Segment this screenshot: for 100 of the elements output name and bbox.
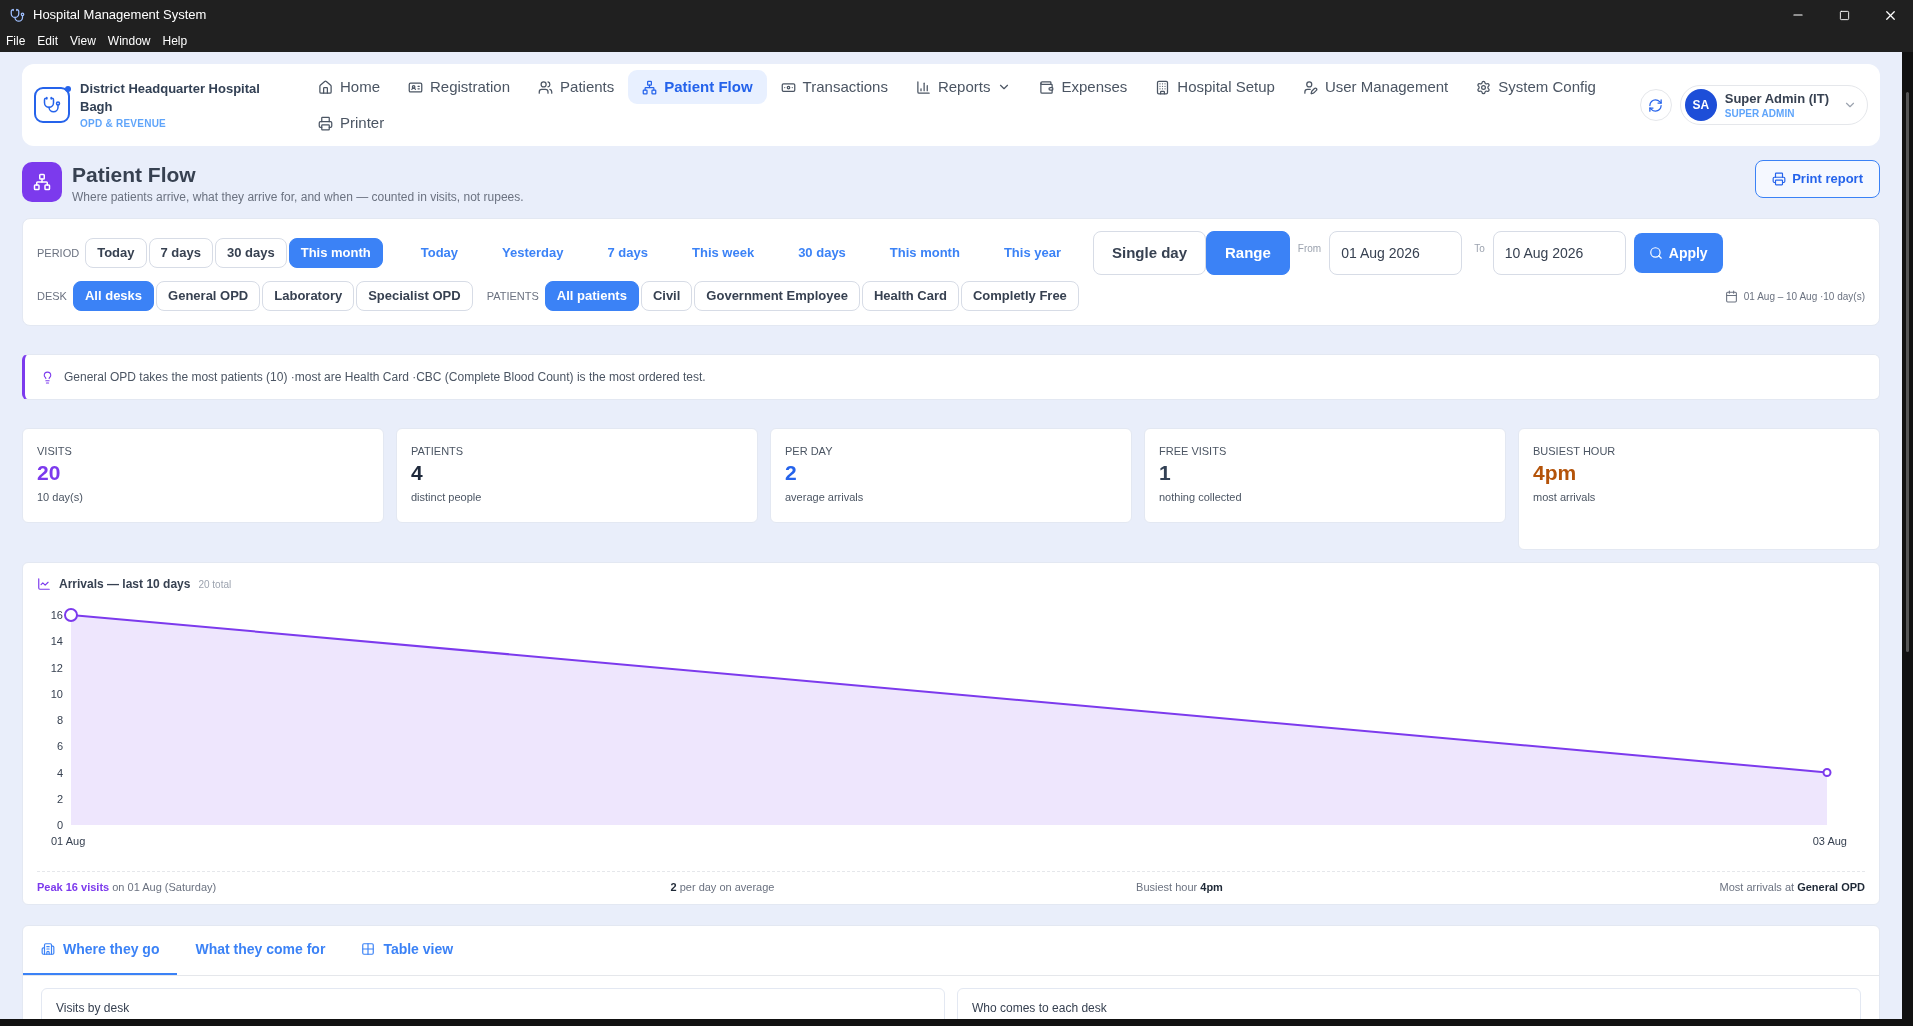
quick-range-link[interactable]: 7 days (587, 243, 668, 263)
window-title: Hospital Management System (33, 6, 207, 25)
filter-chip[interactable]: 7 days (148, 238, 213, 268)
page-icon (22, 162, 62, 202)
chart-total: 20 total (198, 577, 232, 592)
stat-label: PER DAY (785, 444, 834, 459)
house-icon (318, 79, 333, 95)
to-label: To (1474, 242, 1485, 256)
mode-toggle[interactable]: Range (1206, 231, 1290, 275)
nav-tab[interactable]: Registration (394, 70, 525, 104)
grid-icon (361, 942, 376, 956)
x-tick-label: 01 Aug (51, 835, 86, 847)
chart-title: Arrivals — last 10 days (59, 576, 191, 593)
filter-chip[interactable]: Laboratory (262, 281, 355, 311)
search-icon (1648, 246, 1663, 260)
settings-icon (1476, 79, 1492, 95)
nav-tab[interactable]: Expenses (1025, 70, 1142, 104)
apply-button[interactable]: Apply (1633, 233, 1723, 273)
wallet-icon (1039, 79, 1055, 95)
from-date-field[interactable]: 01 Aug 2026 (1329, 231, 1463, 275)
nav-tab[interactable]: Hospital Setup (1141, 70, 1289, 104)
stat-value: 4pm (1533, 459, 1578, 486)
menu-item[interactable]: Edit (37, 32, 59, 50)
nav-tab[interactable]: Patient Flow (628, 70, 767, 104)
data-point (1822, 768, 1832, 777)
user-role: SUPER ADMIN (1724, 106, 1795, 120)
panel-title: Visits by desk (56, 1000, 130, 1015)
page-subtitle: Where patients arrive, what they arrive for, and when — counted in visits, not rupees. (72, 189, 524, 206)
stat-note: 10 day(s) (37, 489, 84, 505)
quick-range-link[interactable]: 30 days (778, 243, 866, 263)
filter-chip[interactable]: Completly Free (960, 281, 1079, 311)
nav-tab[interactable]: Patients (524, 70, 629, 104)
quick-range-link[interactable]: This year (983, 243, 1081, 263)
quick-range-link[interactable]: This month (869, 243, 980, 263)
maximize-icon (1838, 9, 1850, 21)
stat-value: 4 (411, 459, 424, 486)
y-tick-label: 4 (56, 766, 63, 779)
nav-tab[interactable]: Reports (901, 70, 1026, 104)
filter-chip[interactable]: Government Employee (694, 281, 860, 311)
bar-chart-icon (915, 79, 931, 95)
to-date-field[interactable]: 10 Aug 2026 (1492, 231, 1626, 275)
menu-item[interactable]: View (70, 32, 96, 50)
quick-range-link[interactable]: Yesterday (482, 243, 584, 263)
menu-item[interactable]: File (6, 32, 26, 50)
filter-label: PATIENTS (486, 288, 539, 304)
menu-item[interactable]: Window (107, 32, 151, 50)
chart-summary: Busiest hour 4pm (1135, 880, 1224, 895)
menu-item[interactable]: Help (162, 32, 188, 50)
filter-chip[interactable]: Specialist OPD (356, 281, 473, 311)
stat-note: nothing collected (1159, 489, 1243, 505)
lightbulb-icon (41, 370, 54, 384)
y-tick-label: 2 (56, 792, 63, 805)
filter-chip[interactable]: This month (288, 238, 383, 268)
stat-note: distinct people (411, 489, 483, 505)
quick-range-link[interactable]: This week (672, 243, 775, 263)
y-tick-label: 0 (56, 819, 63, 831)
user-avatar: SA (1684, 89, 1717, 121)
building-icon (1155, 79, 1171, 95)
chart-summary: Most arrivals at General OPD (1718, 880, 1865, 895)
nav-tab[interactable]: System Config (1462, 70, 1610, 104)
chart-summary: 2 per day on average (669, 880, 776, 895)
filter-chip[interactable]: 30 days (215, 238, 287, 268)
nav-tab[interactable]: Printer (304, 106, 399, 140)
user-pen-icon (1302, 79, 1318, 95)
filter-chip[interactable]: General OPD (156, 281, 261, 311)
filter-chip[interactable]: Today (85, 238, 147, 268)
y-tick-label: 12 (50, 661, 63, 674)
user-name: Super Admin (IT) (1724, 90, 1829, 107)
stat-note: average arrivals (785, 489, 865, 505)
view-tab[interactable]: What they come for (177, 925, 344, 975)
print-report-button[interactable]: Print report (1755, 160, 1880, 198)
view-tab[interactable]: Where they go (23, 925, 178, 975)
y-tick-label: 10 (50, 687, 63, 700)
nav-tab[interactable]: User Management (1288, 70, 1463, 104)
filter-chip[interactable]: Civil (640, 281, 693, 311)
filter-chip[interactable]: Health Card (861, 281, 959, 311)
printer-icon (1772, 172, 1787, 186)
chart-summary: Peak 16 visits on 01 Aug (Saturday) (37, 880, 218, 895)
quick-range-link[interactable]: Today (400, 243, 479, 263)
view-tab[interactable]: Table view (343, 925, 472, 975)
y-tick-label: 16 (50, 609, 63, 621)
stat-value: 2 (785, 459, 798, 486)
data-point (64, 608, 78, 622)
stat-label: FREE VISITS (1159, 444, 1228, 459)
stat-note: most arrivals (1533, 489, 1597, 505)
nav-tab[interactable]: Home (304, 70, 394, 104)
line-chart-icon (37, 577, 51, 591)
from-label: From (1297, 242, 1322, 256)
logo-icon (34, 87, 70, 123)
refresh-icon (1648, 97, 1664, 113)
y-tick-label: 8 (56, 714, 63, 726)
mode-toggle[interactable]: Single day (1093, 231, 1206, 275)
stat-value: 1 (1159, 459, 1172, 486)
building-icon (41, 942, 55, 956)
insight-text: General OPD takes the most patients (10) ·most are Health Card ·CBC (Complete Blood Count) is the most ordered test. (64, 369, 706, 386)
nav-tab[interactable]: Transactions (766, 70, 902, 104)
filter-chip[interactable]: All desks (72, 281, 155, 311)
app-subtitle: OPD & REVENUE (80, 116, 168, 131)
filter-chip[interactable]: All patients (544, 281, 639, 311)
app-icon (10, 7, 25, 23)
